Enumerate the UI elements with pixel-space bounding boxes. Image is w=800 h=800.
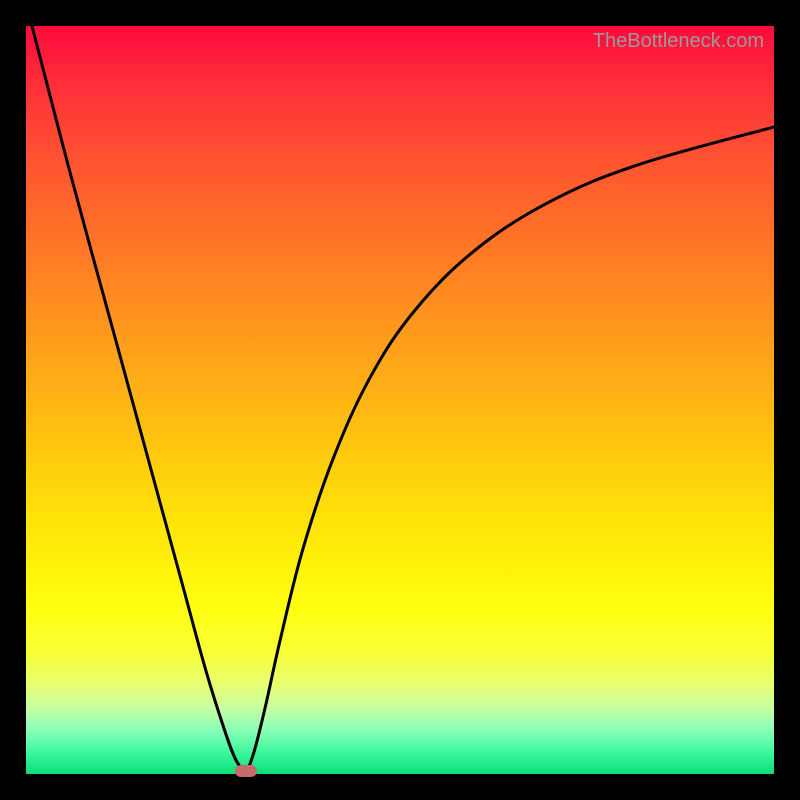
curve-left-path bbox=[32, 26, 246, 774]
chart-frame: TheBottleneck.com bbox=[0, 0, 800, 800]
curve-right-path bbox=[246, 127, 774, 774]
bottleneck-curve bbox=[26, 26, 774, 774]
plot-area: TheBottleneck.com bbox=[26, 26, 774, 774]
min-marker bbox=[235, 765, 257, 777]
